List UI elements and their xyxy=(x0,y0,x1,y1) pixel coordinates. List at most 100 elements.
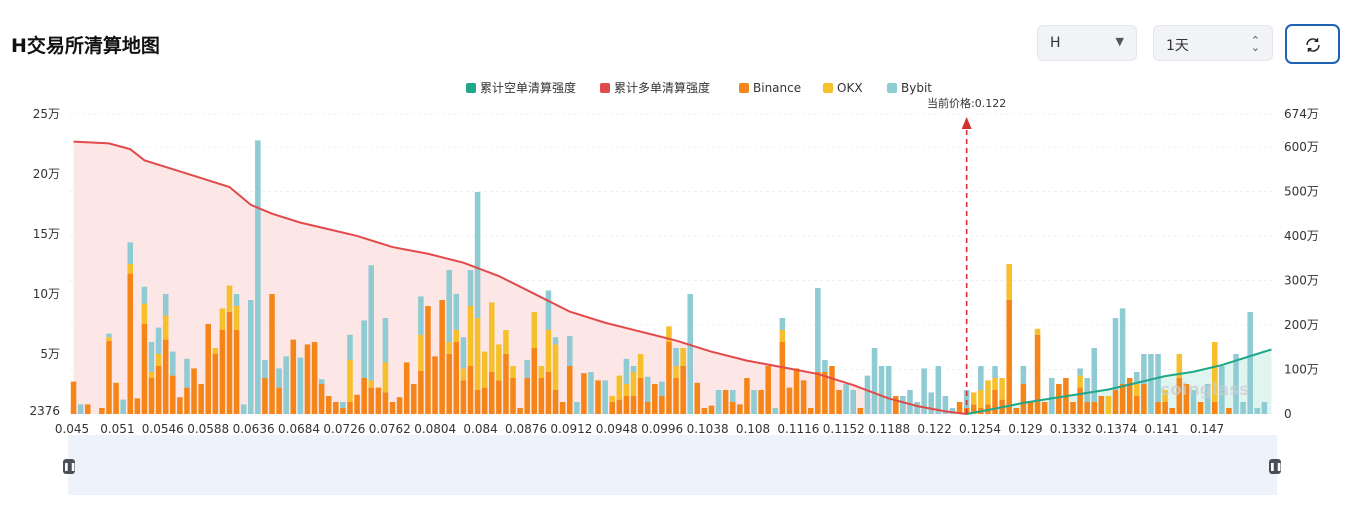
bar-bybit xyxy=(1084,378,1090,402)
x-tick-label: 0.051 xyxy=(100,422,134,436)
bar-binance xyxy=(1226,408,1232,414)
x-tick-label: 0.141 xyxy=(1144,422,1178,436)
y-right-tick-label: 674万 xyxy=(1284,107,1319,121)
x-tick-label: 0.1374 xyxy=(1095,422,1137,436)
bar-bybit xyxy=(1020,366,1027,384)
bar-binance xyxy=(226,312,233,414)
zoom-handle-right[interactable]: ❚❚ xyxy=(1269,459,1282,474)
x-tick-label: 0.0804 xyxy=(414,422,456,436)
x-tick-label: 0.0876 xyxy=(505,422,547,436)
y-right-tick-label: 500万 xyxy=(1284,184,1319,198)
bar-okx xyxy=(985,380,991,405)
current-price-label: 当前价格:0.122 xyxy=(927,96,1006,110)
bar-bybit xyxy=(1148,354,1154,414)
bar-okx xyxy=(531,312,538,348)
legend-swatch xyxy=(466,83,476,93)
y-right-tick-label: 400万 xyxy=(1284,229,1319,243)
bar-binance xyxy=(354,394,360,414)
x-tick-label: 0.084 xyxy=(463,422,497,436)
bar-bybit xyxy=(1254,408,1261,414)
legend-label: 累计空单清算强度 xyxy=(480,80,576,95)
bar-binance xyxy=(411,384,417,414)
bar-binance xyxy=(1084,402,1090,414)
bar-bybit xyxy=(446,270,452,342)
bar-bybit xyxy=(644,376,651,402)
bar-bybit xyxy=(588,372,594,414)
current-price-arrow xyxy=(961,117,972,129)
bar-binance xyxy=(418,370,424,414)
x-tick-label: 0.0912 xyxy=(550,422,592,436)
bar-binance xyxy=(609,402,616,414)
bar-bybit xyxy=(155,327,162,354)
bar-bybit xyxy=(751,390,757,414)
bar-binance xyxy=(113,382,119,414)
bar-okx xyxy=(474,318,481,390)
bar-okx xyxy=(162,315,169,340)
bar-okx xyxy=(155,354,162,366)
bar-binance xyxy=(481,387,488,414)
bar-binance xyxy=(347,402,353,414)
bar-okx xyxy=(616,375,623,400)
bar-binance xyxy=(1041,402,1048,414)
bar-binance xyxy=(566,366,573,414)
bar-bybit xyxy=(1261,402,1268,414)
bar-bybit xyxy=(418,296,424,335)
bar-binance xyxy=(765,366,771,414)
bar-binance xyxy=(340,408,346,414)
bar-bybit xyxy=(566,336,573,366)
bar-binance xyxy=(368,387,375,414)
bar-bybit xyxy=(106,333,112,338)
bar-okx xyxy=(418,334,424,371)
bar-bybit xyxy=(240,404,247,414)
bar-binance xyxy=(737,404,743,414)
bar-binance xyxy=(1006,300,1012,414)
x-tick-label: 0.0636 xyxy=(233,422,275,436)
bar-binance xyxy=(155,366,162,414)
bar-binance xyxy=(793,368,800,414)
bar-binance xyxy=(1169,408,1175,414)
bar-binance xyxy=(538,378,545,414)
bar-binance xyxy=(177,397,183,414)
bar-bybit xyxy=(928,392,934,414)
y-left-tick-label: 25万 xyxy=(33,107,60,121)
legend-label: Bybit xyxy=(901,81,932,95)
bar-binance xyxy=(1197,402,1204,414)
zoom-handle-left[interactable]: ❚❚ xyxy=(63,459,76,474)
bar-okx xyxy=(226,285,233,312)
bar-bybit xyxy=(779,318,786,330)
bar-okx xyxy=(673,366,679,378)
bar-bybit xyxy=(978,366,984,390)
bar-okx xyxy=(233,306,240,330)
bar-binance xyxy=(517,408,523,414)
bar-binance xyxy=(744,378,750,414)
x-tick-label: 0.0948 xyxy=(596,422,638,436)
bar-bybit xyxy=(715,390,722,414)
bar-binance xyxy=(552,390,559,414)
bar-binance xyxy=(170,375,176,414)
bar-binance xyxy=(807,408,814,414)
bar-okx xyxy=(1105,396,1112,414)
bar-okx xyxy=(488,302,495,372)
bar-bybit xyxy=(602,380,608,414)
bar-binance xyxy=(184,387,190,414)
bar-bybit xyxy=(1112,318,1119,390)
bar-okx xyxy=(467,306,474,366)
bar-binance xyxy=(84,404,91,414)
bar-bybit xyxy=(361,320,367,378)
bar-binance xyxy=(389,402,396,414)
bar-binance xyxy=(1211,402,1218,414)
bar-binance xyxy=(191,368,197,414)
bar-okx xyxy=(382,362,389,393)
bar-bybit xyxy=(247,300,254,414)
y-left-tick-label: 5万 xyxy=(40,347,60,361)
bar-okx xyxy=(219,308,226,330)
bar-binance xyxy=(559,402,566,414)
bar-binance xyxy=(453,342,460,414)
bar-binance xyxy=(708,405,715,414)
bar-bybit xyxy=(545,290,552,330)
bar-okx xyxy=(453,330,460,342)
bar-bybit xyxy=(1141,354,1147,384)
bar-bybit xyxy=(170,351,176,376)
bar-okx xyxy=(446,342,452,354)
zoom-slider[interactable] xyxy=(68,435,1277,495)
